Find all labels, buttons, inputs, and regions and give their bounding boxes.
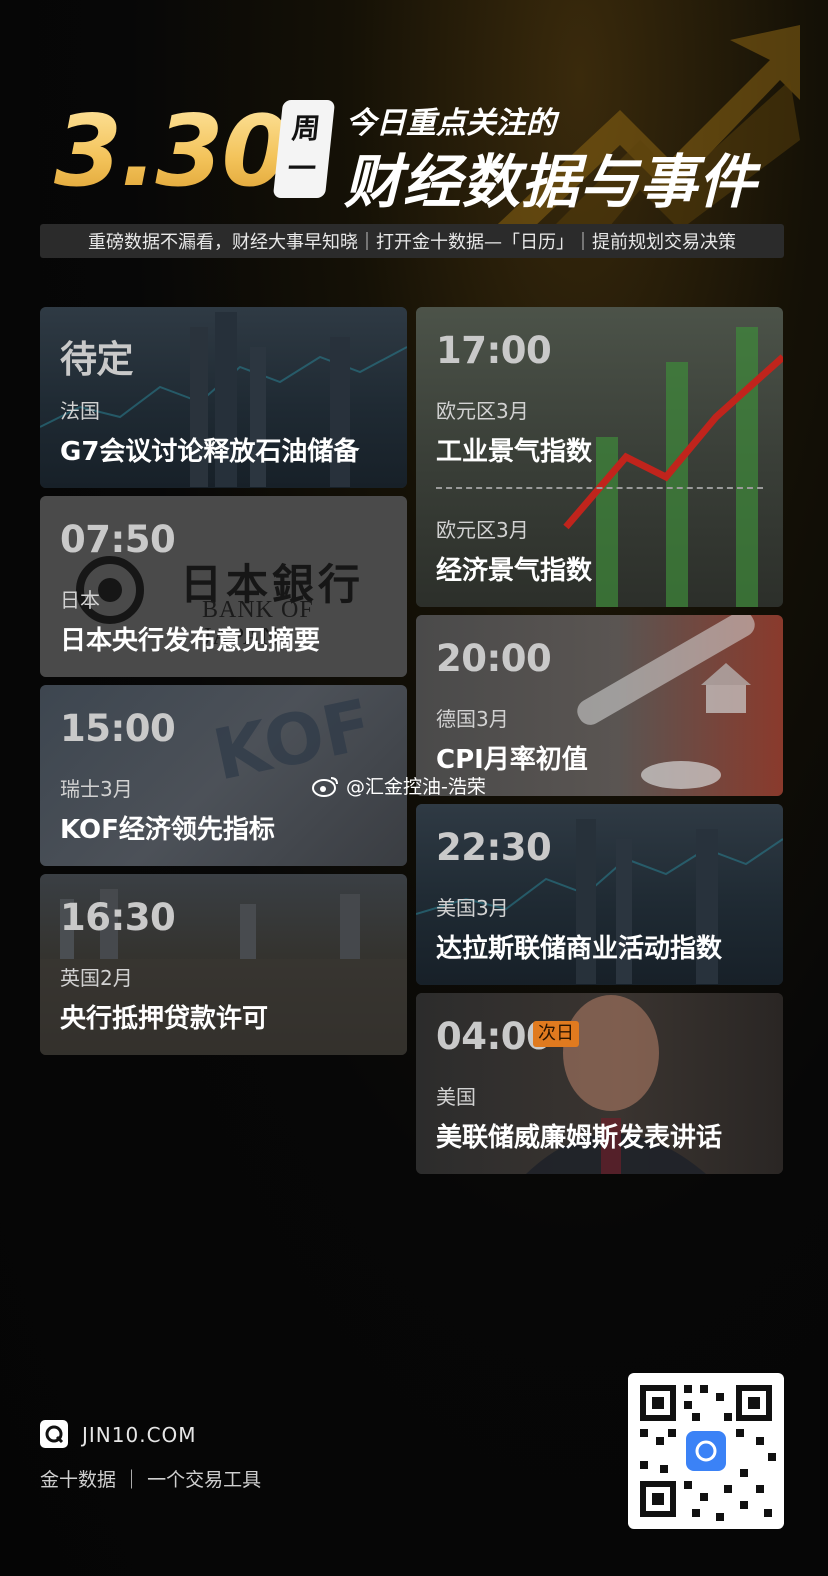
event-title: 日本央行发布意见摘要 xyxy=(60,626,321,656)
next-day-badge: 次日 xyxy=(533,1021,579,1047)
qr-code-icon[interactable] xyxy=(628,1373,784,1529)
event-region: 法国 xyxy=(60,399,100,423)
event-title: G7会议讨论释放石油储备 xyxy=(60,437,360,467)
event-region: 美国 xyxy=(436,1085,476,1109)
dashed-divider xyxy=(436,487,763,489)
event-region: 欧元区3月 xyxy=(436,399,529,423)
weekday-badge: 周 一 xyxy=(272,100,336,198)
event-card-uk[interactable]: 16:30 英国2月 央行抵押贷款许可 xyxy=(40,874,407,1055)
event-title: CPI月率初值 xyxy=(436,745,588,775)
weibo-icon xyxy=(312,776,338,797)
event-time: 15:00 xyxy=(60,707,176,750)
promo-banner: 重磅数据不漏看，财经大事早知晓｜打开金十数据—「日历」｜提前规划交易决策 xyxy=(40,224,784,258)
event-card-us-williams[interactable]: 04:00 次日 美国 美联储威廉姆斯发表讲话 xyxy=(416,993,783,1174)
footer-tagline: 金十数据 ｜ 一个交易工具 xyxy=(40,1469,262,1491)
event-time: 待定 xyxy=(60,338,134,381)
event-region: 日本 xyxy=(60,588,100,612)
event-region: 美国3月 xyxy=(436,896,509,920)
event-title: 达拉斯联储商业活动指数 xyxy=(436,934,723,964)
headline-title: 财经数据与事件 xyxy=(344,148,758,216)
event-card-japan[interactable]: 日本銀行 BANK OF JAPAN 07:50 日本 日本央行发布意见摘要 xyxy=(40,496,407,677)
event-region: 德国3月 xyxy=(436,707,509,731)
weekday-label: 周 xyxy=(290,112,322,145)
event-region: 英国2月 xyxy=(60,966,133,990)
event-time: 20:00 xyxy=(436,637,552,680)
event-title-secondary: 经济景气指数 xyxy=(436,556,593,586)
footer-domain: JIN10.COM xyxy=(82,1423,197,1447)
event-time: 17:00 xyxy=(436,329,552,372)
event-title: 美联储威廉姆斯发表讲话 xyxy=(436,1123,723,1153)
weibo-watermark: @汇金控油-浩荣 xyxy=(312,772,486,799)
event-title: KOF经济领先指标 xyxy=(60,815,275,845)
event-card-eurozone[interactable]: 17:00 欧元区3月 工业景气指数 欧元区3月 经济景气指数 xyxy=(416,307,783,607)
event-time: 07:50 xyxy=(60,518,176,561)
event-region-secondary: 欧元区3月 xyxy=(436,518,529,542)
date-display: 3.30 xyxy=(54,92,290,212)
event-card-france[interactable]: 待定 法国 G7会议讨论释放石油储备 xyxy=(40,307,407,488)
weekday-number: 一 xyxy=(286,152,318,185)
event-card-germany[interactable]: 20:00 德国3月 CPI月率初值 xyxy=(416,615,783,796)
jin10-logo-icon xyxy=(40,1420,68,1448)
event-time: 16:30 xyxy=(60,896,176,939)
event-card-us-dallas[interactable]: 22:30 美国3月 达拉斯联储商业活动指数 xyxy=(416,804,783,985)
event-region: 瑞士3月 xyxy=(60,777,133,801)
event-title: 工业景气指数 xyxy=(436,437,593,467)
watermark-text: @汇金控油-浩荣 xyxy=(346,776,486,798)
event-time: 22:30 xyxy=(436,826,552,869)
qr-code-pattern xyxy=(640,1385,776,1521)
event-title: 央行抵押贷款许可 xyxy=(60,1004,269,1034)
